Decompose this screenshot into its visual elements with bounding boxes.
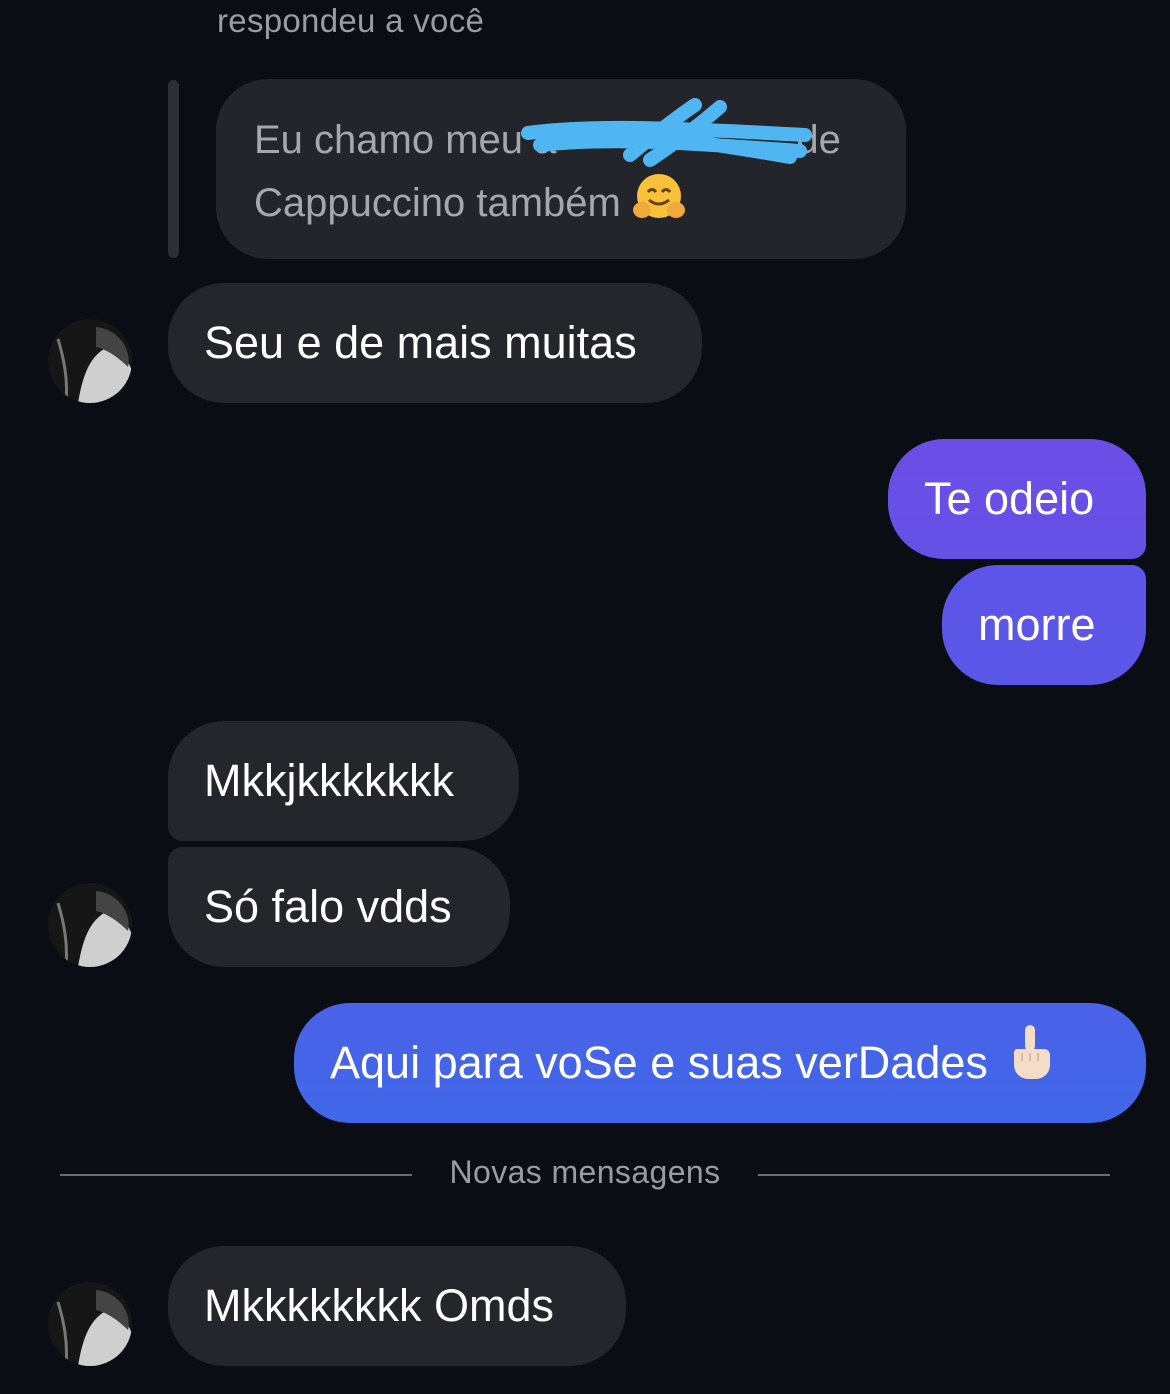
incoming-message-bubble[interactable]: Mkkkkkkkk Omds bbox=[168, 1246, 626, 1366]
divider-label: Novas mensagens bbox=[449, 1154, 721, 1190]
outgoing-message-bubble[interactable]: Aqui para voSe e suas verDades bbox=[294, 1003, 1146, 1123]
reply-indicator-bar bbox=[168, 80, 179, 258]
quoted-text-line2: Cappuccino também bbox=[254, 181, 621, 226]
incoming-message-bubble[interactable]: Seu e de mais muitas bbox=[168, 283, 702, 403]
new-messages-divider: Novas mensagens bbox=[60, 1150, 1110, 1200]
message-text: Mkkjkkkkkkk bbox=[204, 755, 454, 806]
divider-line-right bbox=[758, 1174, 1110, 1176]
message-text: Te odeio bbox=[924, 473, 1095, 524]
quoted-line-2: Cappuccino também bbox=[254, 170, 870, 241]
contact-avatar[interactable] bbox=[48, 883, 132, 967]
reply-context-label: respondeu a você bbox=[217, 2, 485, 39]
quoted-text-start: Eu chamo meu a bbox=[254, 118, 557, 162]
message-text: Só falo vdds bbox=[204, 881, 452, 932]
message-text: Aqui para voSe e suas verDades bbox=[330, 1037, 988, 1088]
incoming-message-bubble[interactable]: Só falo vdds bbox=[168, 847, 510, 967]
incoming-message-bubble[interactable]: Mkkjkkkkkkk bbox=[168, 721, 519, 841]
outgoing-message-bubble[interactable]: Te odeio bbox=[888, 439, 1146, 559]
contact-avatar[interactable] bbox=[48, 1282, 132, 1366]
message-text: Mkkkkkkkk Omds bbox=[204, 1280, 555, 1331]
middle-finger-emoji-icon bbox=[1010, 1006, 1051, 1126]
message-text: Seu e de mais muitas bbox=[204, 317, 637, 368]
message-text: morre bbox=[978, 599, 1096, 650]
redaction-scribble bbox=[521, 98, 812, 167]
hugging-face-emoji-icon bbox=[632, 170, 686, 241]
outgoing-message-bubble[interactable]: morre bbox=[942, 565, 1146, 685]
contact-avatar[interactable] bbox=[48, 319, 132, 403]
